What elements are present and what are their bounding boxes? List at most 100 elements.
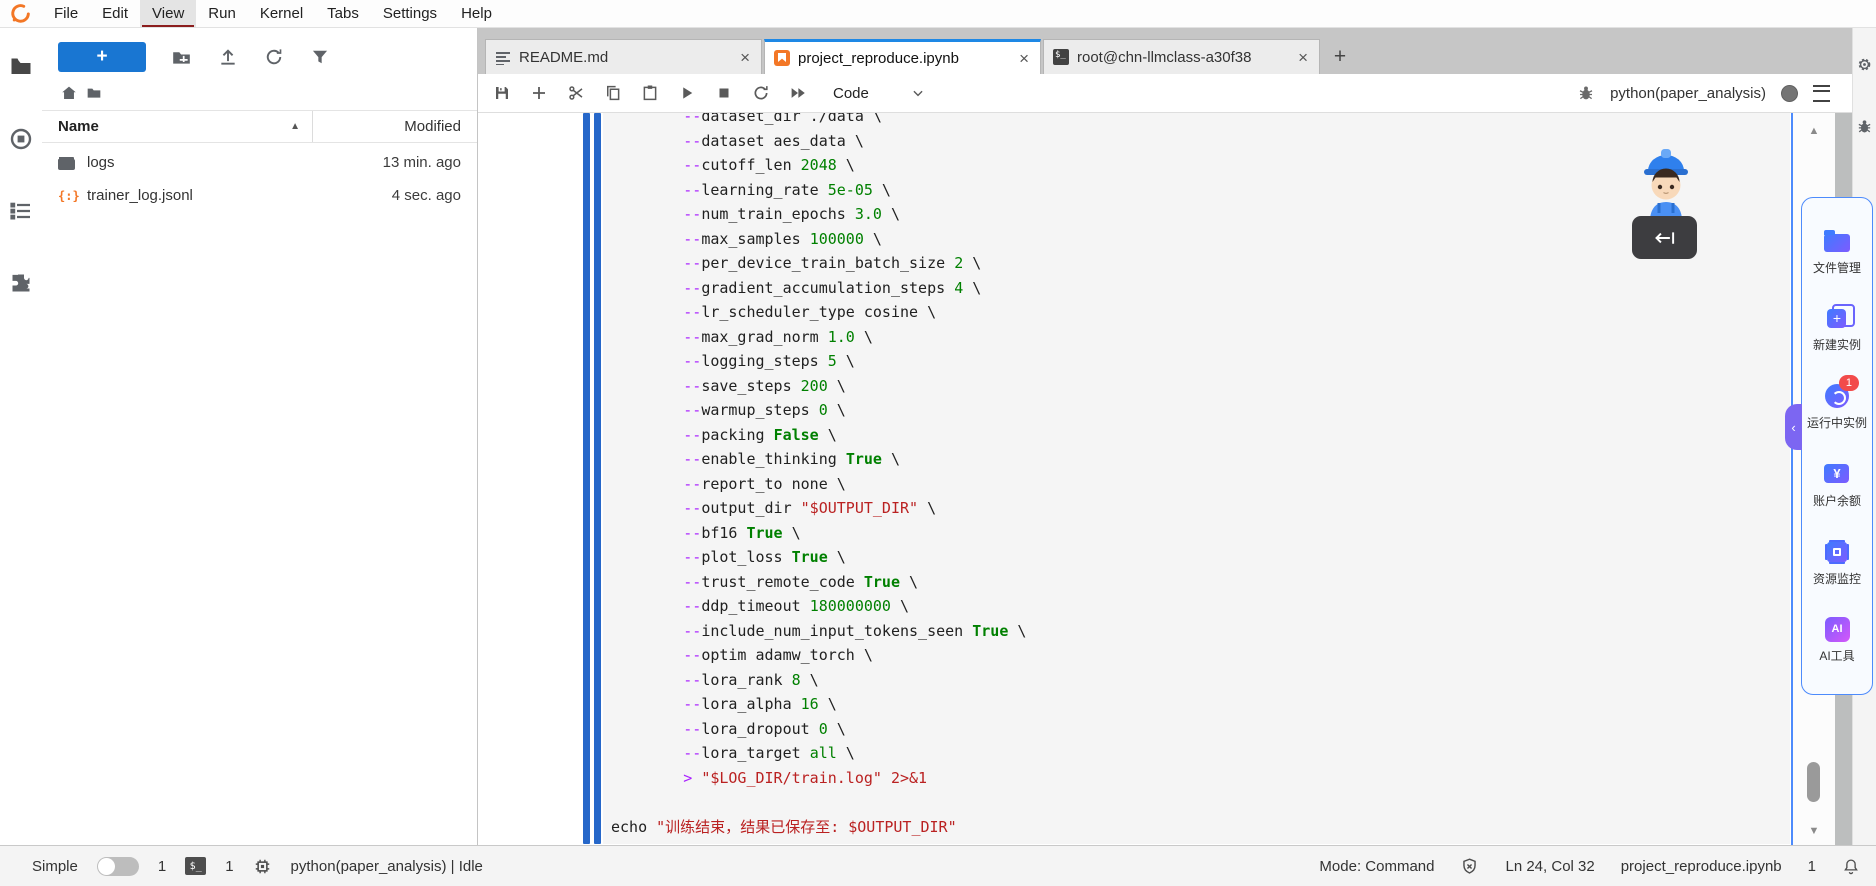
menu-item[interactable]: Run	[196, 0, 248, 27]
assistant-panel-item[interactable]: 账户余额	[1813, 461, 1861, 509]
save-icon[interactable]	[488, 79, 516, 107]
code-line[interactable]: --cutoff_len 2048 \	[611, 153, 1790, 178]
editor-tab[interactable]: root@chn-llmclass-a30f38 ×	[1043, 39, 1320, 74]
code-line[interactable]: --dataset aes_data \	[611, 129, 1790, 154]
table-of-contents-icon[interactable]	[8, 198, 34, 224]
file-row[interactable]: logs 13 min. ago	[42, 146, 477, 179]
assistant-panel-item[interactable]: 文件管理	[1813, 228, 1861, 276]
command-mode-indicator[interactable]: Mode: Command	[1319, 858, 1434, 875]
run-cell-icon[interactable]	[673, 79, 701, 107]
code-line[interactable]: --logging_steps 5 \	[611, 349, 1790, 374]
upload-icon[interactable]	[217, 47, 238, 68]
kernel-status-text[interactable]: python(paper_analysis) | Idle	[291, 858, 483, 875]
code-line[interactable]: --lora_rank 8 \	[611, 668, 1790, 693]
refresh-icon[interactable]	[263, 47, 284, 68]
column-modified[interactable]: Modified	[312, 111, 461, 142]
code-line[interactable]: --plot_loss True \	[611, 545, 1790, 570]
code-line[interactable]: --warmup_steps 0 \	[611, 398, 1790, 423]
sort-ascending-icon[interactable]: ▲	[290, 121, 300, 132]
assistant-panel-item[interactable]: AI工具	[1819, 616, 1854, 664]
kernel-sessions-icon[interactable]	[253, 857, 272, 876]
cell-active-indicator[interactable]	[594, 113, 601, 844]
menu-item[interactable]: Help	[449, 0, 504, 27]
code-line[interactable]: --max_samples 100000 \	[611, 227, 1790, 252]
cell-type-dropdown[interactable]: Code	[833, 85, 925, 102]
code-line[interactable]: --packing False \	[611, 423, 1790, 448]
home-icon[interactable]	[60, 84, 78, 102]
restart-kernel-icon[interactable]	[747, 79, 775, 107]
code-lines[interactable]: --dataset_dir ./data \ --dataset aes_dat…	[603, 113, 1790, 839]
debug-bug-icon[interactable]	[1856, 117, 1874, 135]
stop-kernel-icon[interactable]	[710, 79, 738, 107]
file-browser-icon[interactable]	[8, 54, 34, 80]
dock-assistant-button[interactable]	[1632, 216, 1697, 259]
code-cell[interactable]: --dataset_dir ./data \ --dataset aes_dat…	[603, 113, 1790, 844]
file-row[interactable]: trainer_log.jsonl 4 sec. ago	[42, 179, 477, 212]
code-line[interactable]: --bf16 True \	[611, 521, 1790, 546]
active-file-name[interactable]: project_reproduce.ipynb	[1621, 858, 1782, 875]
extensions-icon[interactable]	[8, 270, 34, 296]
code-line[interactable]: --lora_dropout 0 \	[611, 717, 1790, 742]
restart-run-all-icon[interactable]	[784, 79, 812, 107]
terminal-sessions-icon[interactable]: $_	[185, 857, 206, 875]
code-line[interactable]: --include_num_input_tokens_seen True \	[611, 619, 1790, 644]
code-line[interactable]: --max_grad_norm 1.0 \	[611, 325, 1790, 350]
bell-icon[interactable]	[1842, 857, 1860, 876]
assistant-mascot[interactable]	[1634, 143, 1698, 221]
code-line[interactable]: --trust_remote_code True \	[611, 570, 1790, 595]
assistant-panel-item[interactable]: 1 运行中实例	[1807, 383, 1867, 431]
code-line[interactable]: --report_to none \	[611, 472, 1790, 497]
code-line[interactable]: --output_dir "$OUTPUT_DIR" \	[611, 496, 1790, 521]
code-line[interactable]: echo "训练结束，结果已保存至: $OUTPUT_DIR"	[611, 815, 1790, 840]
code-line[interactable]: --gradient_accumulation_steps 4 \	[611, 276, 1790, 301]
code-line[interactable]: --per_device_train_batch_size 2 \	[611, 251, 1790, 276]
panel-collapse-handle[interactable]	[1785, 404, 1802, 450]
editor-tab[interactable]: project_reproduce.ipynb ×	[764, 39, 1041, 74]
insert-cell-icon[interactable]	[525, 79, 553, 107]
copy-cells-icon[interactable]	[599, 79, 627, 107]
menu-item[interactable]: Kernel	[248, 0, 315, 27]
folder-crumb-icon[interactable]	[85, 85, 103, 101]
close-tab-icon[interactable]: ×	[738, 49, 752, 66]
new-folder-icon[interactable]	[171, 47, 192, 68]
code-line[interactable]: --lr_scheduler_type cosine \	[611, 300, 1790, 325]
trust-shield-icon[interactable]	[1460, 857, 1479, 876]
menu-item[interactable]: Edit	[90, 0, 140, 27]
settings-gear-icon[interactable]	[1856, 55, 1874, 73]
close-tab-icon[interactable]: ×	[1017, 50, 1031, 67]
code-line[interactable]: --num_train_epochs 3.0 \	[611, 202, 1790, 227]
cell-collapser[interactable]	[583, 113, 590, 844]
code-line[interactable]: > "$LOG_DIR/train.log" 2>&1	[611, 766, 1790, 791]
scroll-down-icon[interactable]	[1793, 825, 1835, 837]
app-logo-icon[interactable]	[0, 3, 42, 25]
editor-tab[interactable]: README.md ×	[485, 39, 762, 74]
filter-icon[interactable]	[309, 47, 330, 68]
scrollbar-thumb[interactable]	[1807, 762, 1820, 802]
paste-cells-icon[interactable]	[636, 79, 664, 107]
menu-item[interactable]: File	[42, 0, 90, 27]
scroll-up-icon[interactable]	[1793, 125, 1835, 137]
close-tab-icon[interactable]: ×	[1296, 49, 1310, 66]
assistant-panel-item[interactable]: 资源监控	[1813, 539, 1861, 587]
kernel-status-icon[interactable]	[1781, 85, 1798, 102]
menu-item[interactable]: Tabs	[315, 0, 371, 27]
code-line[interactable]: --learning_rate 5e-05 \	[611, 178, 1790, 203]
debugger-bug-icon[interactable]	[1577, 84, 1595, 102]
simple-mode-toggle[interactable]	[97, 857, 139, 876]
kernel-name[interactable]: python(paper_analysis)	[1610, 85, 1766, 102]
new-launcher-button[interactable]: +	[58, 42, 146, 72]
new-tab-button[interactable]: +	[1322, 39, 1358, 74]
menu-item[interactable]: View	[140, 0, 196, 27]
code-line[interactable]: --lora_target all \	[611, 741, 1790, 766]
column-name[interactable]: Name	[58, 118, 290, 135]
code-line[interactable]: --lora_alpha 16 \	[611, 692, 1790, 717]
running-sessions-icon[interactable]	[8, 126, 34, 152]
code-line[interactable]: --enable_thinking True \	[611, 447, 1790, 472]
code-line[interactable]	[611, 790, 1790, 815]
menu-item[interactable]: Settings	[371, 0, 449, 27]
cut-cells-icon[interactable]	[562, 79, 590, 107]
assistant-panel-item[interactable]: 新建实例	[1813, 305, 1861, 353]
code-line[interactable]: --optim adamw_torch \	[611, 643, 1790, 668]
code-line[interactable]: --ddp_timeout 180000000 \	[611, 594, 1790, 619]
code-line[interactable]: --dataset_dir ./data \	[611, 113, 1790, 129]
